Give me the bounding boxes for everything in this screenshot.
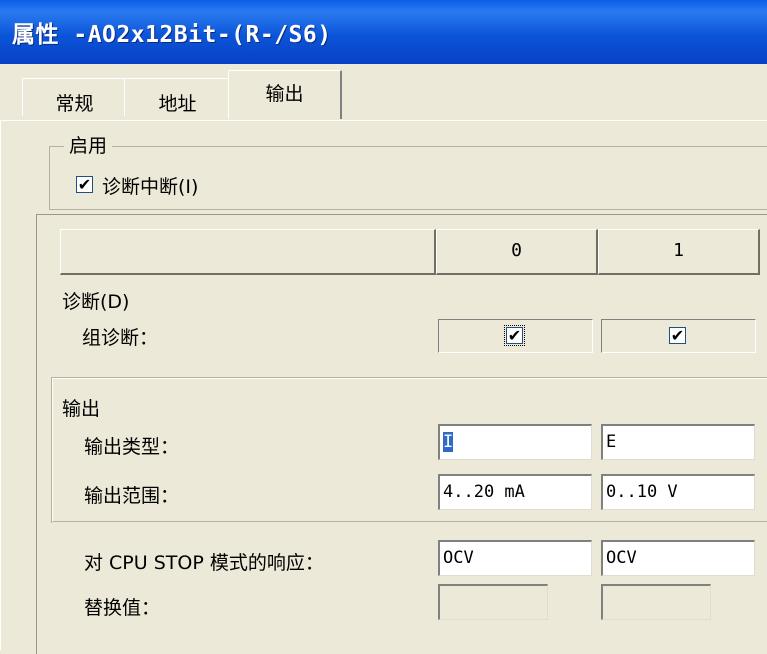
cpu-stop-field-0[interactable]: OCV (438, 540, 592, 576)
output-range-value-0: 4..20 mA (443, 482, 525, 502)
group-diag-checkbox-1[interactable]: ✔ (669, 327, 686, 344)
output-type-label: 输出类型： (84, 436, 180, 458)
output-range-value-1: 0..10 V (606, 482, 678, 502)
cpu-stop-field-1[interactable]: OCV (601, 540, 755, 576)
channel-header-1: 1 (598, 229, 760, 275)
enable-group-legend: 启用 (64, 131, 113, 158)
group-diag-checkbox-0[interactable]: ✔ (504, 325, 525, 346)
tab-output-label: 输出 (265, 83, 304, 105)
check-icon: ✔ (507, 326, 522, 345)
tab-output[interactable]: 输出 (228, 70, 342, 119)
output-range-field-0[interactable]: 4..20 mA (438, 474, 592, 510)
substitute-label: 替换值： (84, 597, 161, 619)
cpu-stop-value-1: OCV (606, 548, 637, 568)
substitute-field-0 (438, 584, 548, 620)
group-diag-label: 组诊断： (82, 327, 159, 349)
channel-header-0: 0 (436, 229, 598, 275)
output-range-field-1[interactable]: 0..10 V (601, 474, 755, 510)
tab-general-label: 常规 (55, 93, 94, 115)
diag-interrupt-checkbox[interactable]: ✔ (76, 176, 93, 193)
tab-strip: 常规 地址 输出 (0, 70, 767, 120)
output-range-label: 输出范围： (84, 485, 180, 507)
tab-general[interactable]: 常规 (22, 78, 128, 116)
group-diag-cell-1: ✔ (601, 319, 756, 353)
output-type-value-0: I (443, 432, 454, 452)
substitute-field-1 (601, 584, 711, 620)
tab-address-label: 地址 (158, 93, 197, 115)
cpu-stop-label: 对 CPU STOP 模式的响应： (84, 552, 324, 574)
header-blank (60, 229, 436, 275)
output-type-value-1: E (606, 432, 617, 452)
window-title: 属性 -AO2x12Bit-(R-/S6) (12, 22, 332, 48)
output-heading: 输出 (62, 398, 101, 420)
title-bar[interactable]: 属性 -AO2x12Bit-(R-/S6) (0, 0, 767, 64)
output-type-field-0[interactable]: I (438, 424, 592, 460)
tab-address[interactable]: 地址 (124, 78, 232, 116)
output-type-field-1[interactable]: E (601, 424, 755, 460)
check-icon: ✔ (77, 175, 92, 194)
group-diag-cell-0: ✔ (438, 319, 593, 353)
check-icon: ✔ (670, 326, 685, 345)
diagnosis-heading: 诊断(D) (62, 291, 130, 313)
diag-interrupt-label[interactable]: 诊断中断(I) (102, 172, 198, 199)
cpu-stop-value-0: OCV (443, 548, 474, 568)
